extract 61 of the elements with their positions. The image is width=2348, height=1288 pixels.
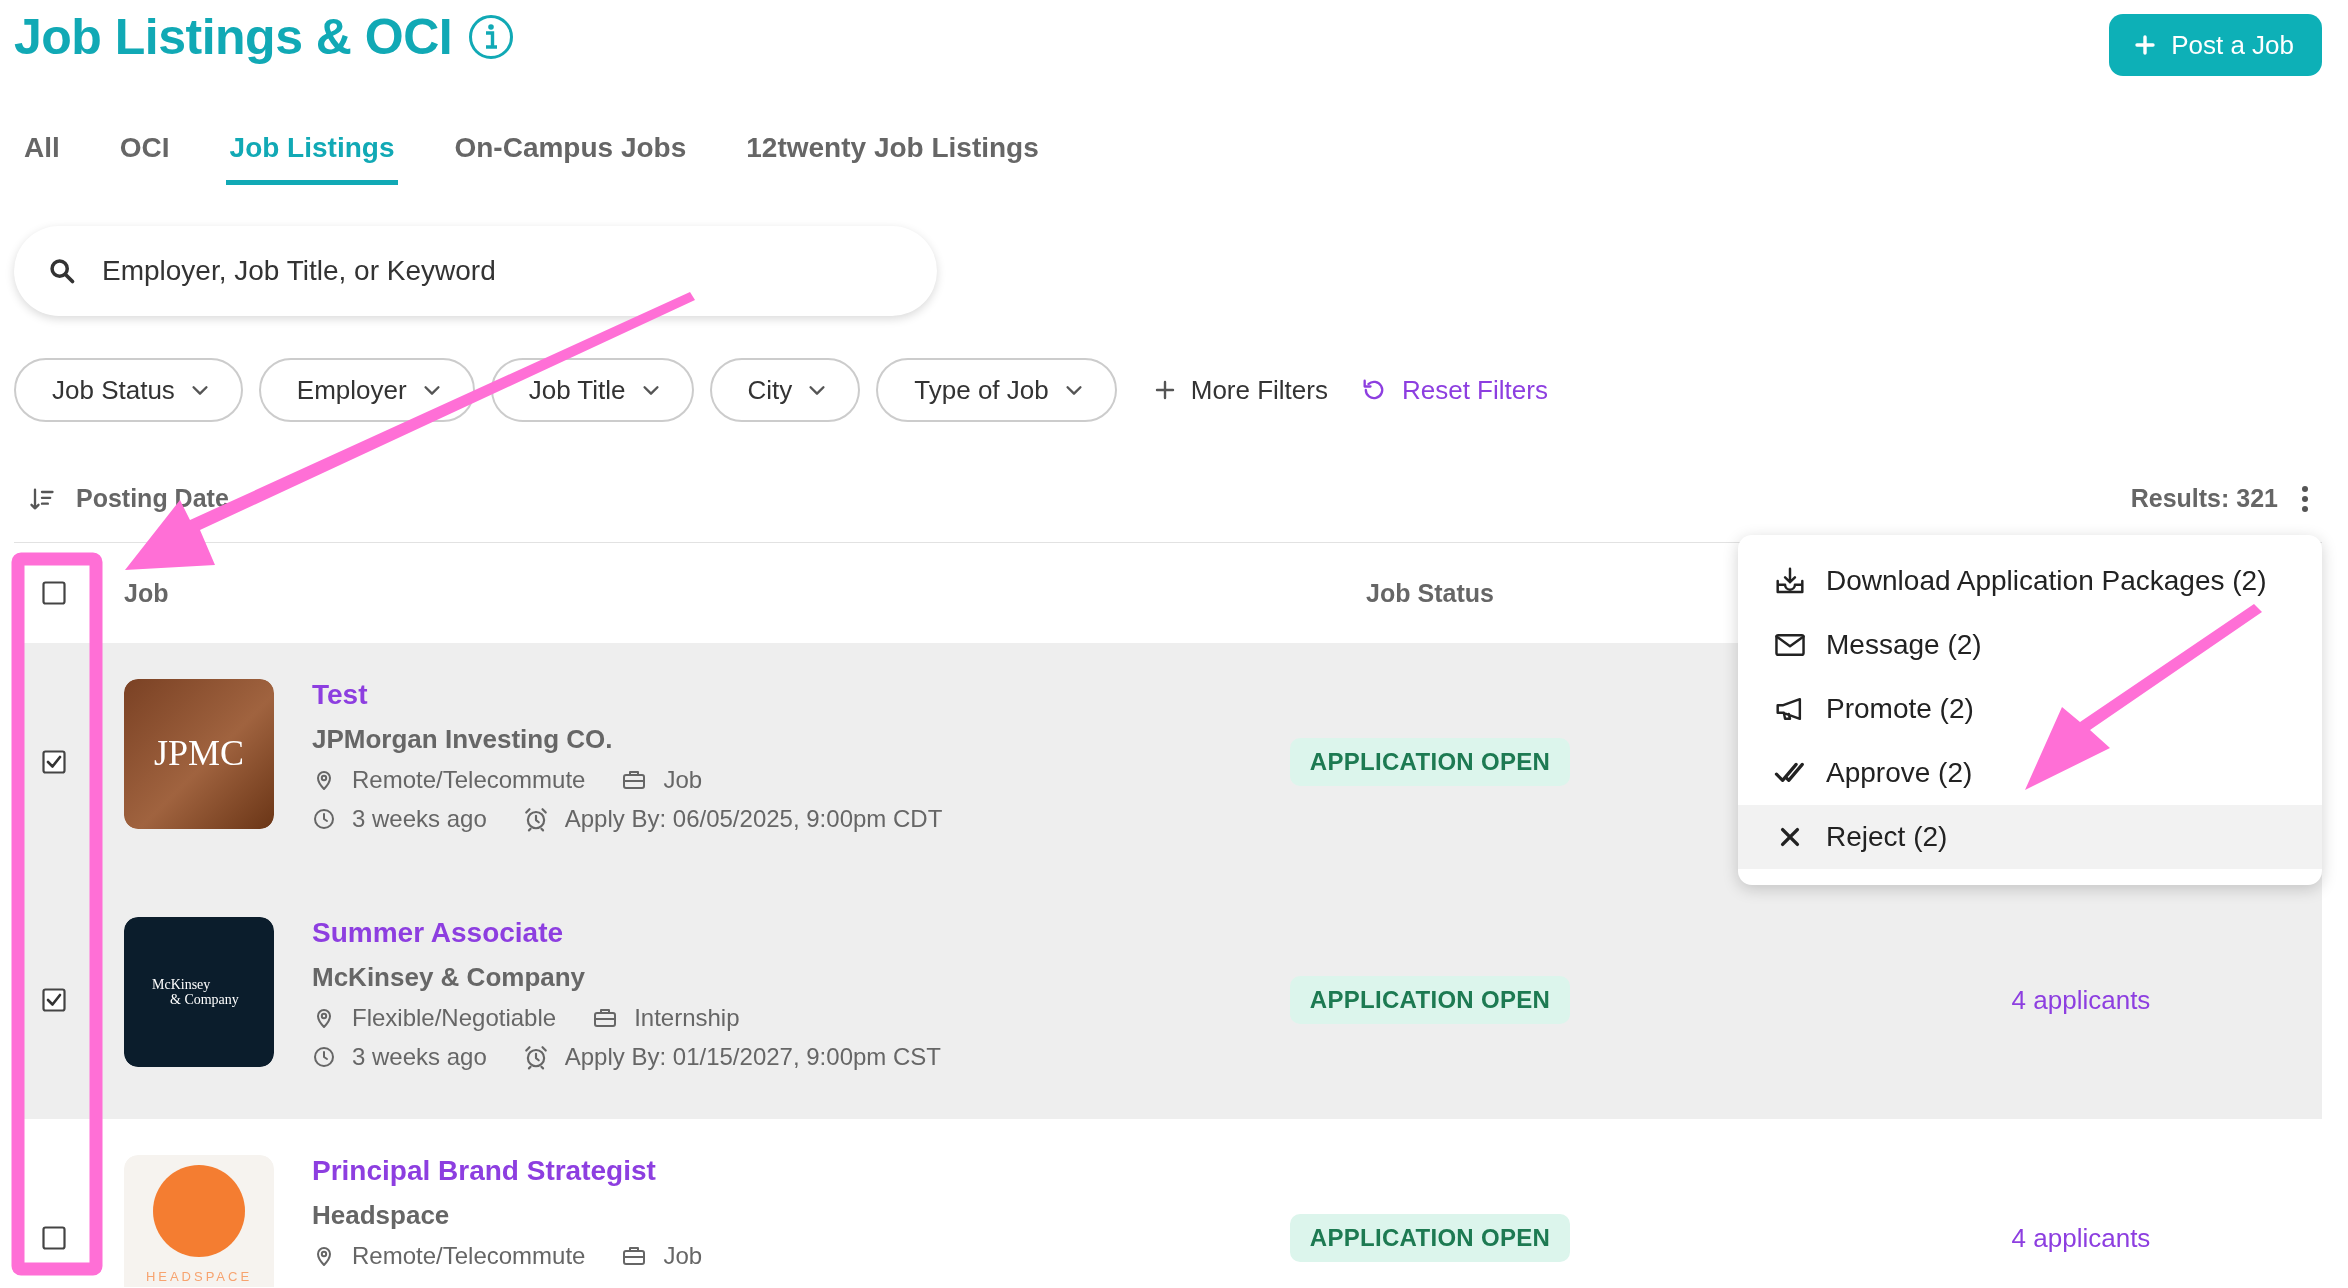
reset-filters-button[interactable]: Reset Filters (1359, 374, 1548, 406)
job-type: Job (663, 766, 703, 794)
job-location: Remote/Telecommute (352, 766, 586, 794)
menu-item[interactable]: Download Application Packages (2) (1738, 549, 2322, 613)
job-location: Flexible/Negotiable (352, 1004, 557, 1032)
checkbox[interactable] (42, 988, 66, 1012)
column-header: Job (124, 578, 169, 608)
job-title-link[interactable]: Principal Brand Strategist (312, 1155, 703, 1187)
tab[interactable]: 12twenty Job Listings (742, 118, 1043, 185)
clock-icon (312, 1045, 336, 1069)
tab[interactable]: OCI (115, 118, 174, 185)
menu-item[interactable]: Promote (2) (1738, 677, 2322, 741)
tab[interactable]: On-Campus Jobs (450, 118, 691, 185)
more-filters-button[interactable]: More Filters (1152, 374, 1328, 406)
alarm-clock-icon (522, 1044, 549, 1070)
company-logo: HEADSPACE (124, 1155, 274, 1287)
posted-time: 3 weeks ago (352, 805, 487, 833)
download-tray-icon (1774, 566, 1806, 596)
filter-dropdown[interactable]: Job Title (490, 358, 694, 422)
column-header: Job Status (1366, 578, 1494, 608)
briefcase-icon (621, 1244, 648, 1268)
checkbox[interactable] (42, 581, 66, 605)
plus-icon (2133, 33, 2158, 57)
company-logo: McKinsey & Company (124, 917, 274, 1067)
apply-deadline: Apply By: 01/15/2027, 9:00pm CST (564, 1043, 941, 1071)
status-badge: APPLICATION OPEN (1289, 738, 1571, 786)
search-field[interactable]: Employer, Job Title, or Keyword (14, 226, 937, 316)
checkbox[interactable] (42, 1226, 66, 1250)
employer-name: McKinsey & Company (312, 962, 587, 993)
briefcase-icon (621, 768, 648, 792)
clock-icon (312, 807, 336, 831)
filter-dropdown[interactable]: Employer (258, 358, 475, 422)
status-badge: APPLICATION OPEN (1289, 1214, 1571, 1262)
employer-name: JPMorgan Investing CO. (312, 724, 614, 755)
info-icon[interactable] (468, 14, 515, 60)
checkbox[interactable] (42, 750, 66, 774)
page-title: Job Listings & OCI (14, 8, 453, 66)
filter-dropdown[interactable]: Job Status (14, 358, 243, 422)
filter-dropdown[interactable]: Type of Job (876, 358, 1117, 422)
applicants-link[interactable]: 4 applicants (2011, 984, 2151, 1016)
job-type: Internship (634, 1004, 740, 1032)
results-count: Results: 321 (2130, 484, 2278, 513)
alarm-clock-icon (522, 806, 549, 832)
menu-item[interactable]: Message (2) (1738, 613, 2322, 677)
employer-name: Headspace (312, 1200, 451, 1231)
status-badge: APPLICATION OPEN (1289, 976, 1571, 1024)
search-icon (48, 257, 76, 285)
apply-deadline: Apply By: 06/05/2025, 9:00pm CDT (564, 805, 943, 833)
company-logo: JPMC (124, 679, 274, 829)
job-title-link[interactable]: Test (312, 679, 943, 711)
applicants-link[interactable]: 4 applicants (2011, 1222, 2151, 1254)
posted-time: 3 weeks ago (352, 1043, 487, 1071)
job-location: Remote/Telecommute (352, 1242, 586, 1270)
job-type: Job (663, 1242, 703, 1270)
filter-dropdown[interactable]: City (709, 358, 861, 422)
menu-item[interactable]: Approve (2) (1738, 741, 2322, 805)
tab[interactable]: All (20, 118, 64, 185)
briefcase-icon (592, 1006, 619, 1030)
job-title-link[interactable]: Summer Associate (312, 917, 941, 949)
more-options-icon[interactable] (2300, 484, 2310, 513)
menu-item[interactable]: Reject (2) (1738, 805, 2322, 869)
